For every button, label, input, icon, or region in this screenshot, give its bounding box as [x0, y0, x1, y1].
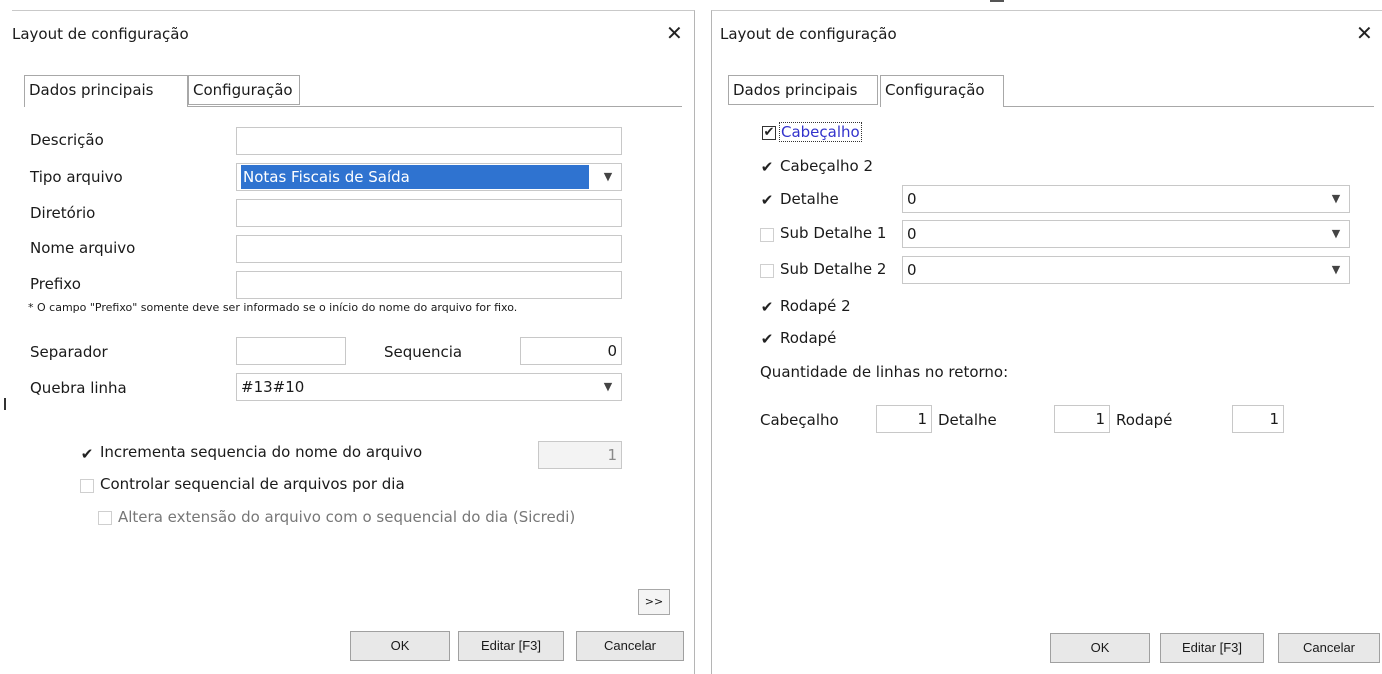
left-dialog: Layout de configuração ✕ Dados principai…: [12, 10, 695, 674]
altera-label: Altera extensão do arquivo com o sequenc…: [118, 508, 576, 526]
subdetalhe1-value: 0: [907, 225, 917, 243]
rodape2-checkbox[interactable]: ✔: [760, 300, 774, 315]
cancelar-button[interactable]: Cancelar: [1278, 633, 1380, 663]
qtd-detalhe-input[interactable]: 1: [1054, 405, 1110, 433]
ok-button[interactable]: OK: [350, 631, 450, 661]
chevron-down-icon[interactable]: ▼: [595, 374, 621, 400]
incrementa-checkbox[interactable]: ✔: [80, 447, 94, 462]
diretorio-label: Diretório: [30, 204, 96, 222]
editar-button[interactable]: Editar [F3]: [1160, 633, 1264, 663]
cabecalho-label: Cabeçalho: [779, 122, 862, 142]
subdetalhe2-select[interactable]: 0 ▼: [902, 256, 1350, 284]
tab-dados-principais[interactable]: Dados principais: [24, 75, 188, 107]
sequencia-input[interactable]: 0: [520, 337, 622, 365]
prefixo-label: Prefixo: [30, 275, 81, 293]
quebra-linha-label: Quebra linha: [30, 379, 127, 397]
cancelar-button[interactable]: Cancelar: [576, 631, 684, 661]
subdetalhe2-value: 0: [907, 261, 917, 279]
descricao-label: Descrição: [30, 131, 104, 149]
chevron-down-icon[interactable]: ▼: [1323, 257, 1349, 283]
prefixo-input[interactable]: [236, 271, 622, 299]
controlar-checkbox[interactable]: [80, 479, 94, 493]
chevron-down-icon[interactable]: ▼: [1323, 186, 1349, 212]
subdetalhe1-checkbox[interactable]: [760, 228, 774, 242]
subdetalhe2-label: Sub Detalhe 2: [780, 260, 887, 278]
close-icon[interactable]: ✕: [1356, 21, 1373, 45]
tab-configuracao[interactable]: Configuração: [880, 75, 1004, 107]
subdetalhe2-checkbox[interactable]: [760, 264, 774, 278]
nome-arquivo-input[interactable]: [236, 235, 622, 263]
incrementa-value: 1: [538, 441, 622, 469]
tipo-arquivo-label: Tipo arquivo: [30, 168, 123, 186]
altera-checkbox: [98, 511, 112, 525]
tab-divider: [1004, 106, 1374, 107]
cabecalho-checkbox[interactable]: ✔: [762, 126, 776, 140]
tab-divider: [188, 106, 682, 107]
detalhe-label: Detalhe: [780, 190, 839, 208]
sequencia-label: Sequencia: [384, 343, 463, 361]
descricao-input[interactable]: [236, 127, 622, 155]
chevron-down-icon[interactable]: ▼: [595, 164, 621, 190]
diretorio-input[interactable]: [236, 199, 622, 227]
cursor-mark: [990, 0, 1004, 2]
detalhe-value: 0: [907, 190, 917, 208]
more-button[interactable]: >>: [638, 589, 670, 615]
cursor-mark: [4, 398, 6, 410]
tipo-arquivo-value: Notas Fiscais de Saída: [241, 165, 589, 189]
cabecalho2-checkbox[interactable]: ✔: [760, 160, 774, 175]
qtd-detalhe-label: Detalhe: [938, 411, 997, 429]
dialog-title: Layout de configuração: [12, 25, 189, 43]
quantidade-label: Quantidade de linhas no retorno:: [760, 363, 1009, 381]
close-icon[interactable]: ✕: [666, 21, 683, 45]
chevron-down-icon[interactable]: ▼: [1323, 221, 1349, 247]
editar-button[interactable]: Editar [F3]: [458, 631, 564, 661]
qtd-cabecalho-label: Cabeçalho: [760, 411, 839, 429]
quebra-linha-value: #13#10: [241, 378, 305, 396]
rodape-label: Rodapé: [780, 329, 837, 347]
subdetalhe1-label: Sub Detalhe 1: [780, 224, 887, 242]
detalhe-checkbox[interactable]: ✔: [760, 193, 774, 208]
cabecalho2-label: Cabeçalho 2: [780, 157, 874, 175]
prefixo-note: * O campo "Prefixo" somente deve ser inf…: [28, 301, 518, 314]
quebra-linha-select[interactable]: #13#10 ▼: [236, 373, 622, 401]
controlar-label: Controlar sequencial de arquivos por dia: [100, 475, 405, 493]
separador-input[interactable]: [236, 337, 346, 365]
nome-arquivo-label: Nome arquivo: [30, 239, 136, 257]
dialog-title: Layout de configuração: [720, 25, 897, 43]
ok-button[interactable]: OK: [1050, 633, 1150, 663]
qtd-rodape-label: Rodapé: [1116, 411, 1173, 429]
tab-dados-principais[interactable]: Dados principais: [728, 75, 878, 105]
detalhe-select[interactable]: 0 ▼: [902, 185, 1350, 213]
incrementa-label: Incrementa sequencia do nome do arquivo: [100, 443, 423, 461]
qtd-cabecalho-input[interactable]: 1: [876, 405, 932, 433]
rodape2-label: Rodapé 2: [780, 297, 851, 315]
right-dialog: Layout de configuração ✕ Dados principai…: [711, 10, 1382, 674]
tab-configuracao[interactable]: Configuração: [188, 75, 300, 105]
rodape-checkbox[interactable]: ✔: [760, 332, 774, 347]
qtd-rodape-input[interactable]: 1: [1232, 405, 1284, 433]
subdetalhe1-select[interactable]: 0 ▼: [902, 220, 1350, 248]
tipo-arquivo-select[interactable]: Notas Fiscais de Saída ▼: [236, 163, 622, 191]
separador-label: Separador: [30, 343, 108, 361]
